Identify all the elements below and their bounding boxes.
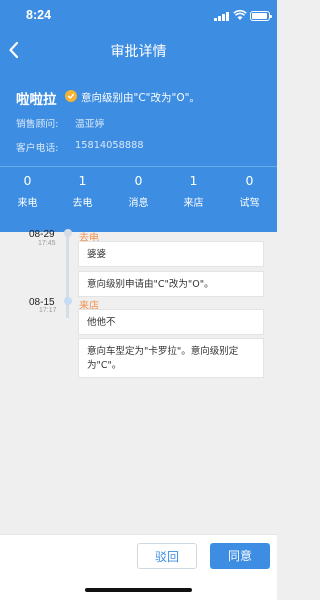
stat-value: 1 (78, 173, 87, 188)
stat-label: 去电 (72, 198, 93, 209)
divider (0, 166, 277, 167)
battery-icon (250, 11, 272, 21)
stat-visits[interactable]: 1 来店 (166, 173, 221, 209)
stat-value: 0 (134, 173, 143, 188)
timeline-dot (63, 297, 72, 305)
stat-label: 消息 (128, 198, 149, 209)
agree-button[interactable]: 同意 (210, 543, 270, 569)
stat-value: 1 (189, 173, 198, 188)
stat-value: 0 (245, 173, 254, 188)
page-title: 审批详情 (110, 44, 167, 60)
timeline-note: 他他不 (78, 309, 264, 335)
stat-label: 来店 (183, 198, 204, 209)
signal-icon (214, 11, 230, 21)
reject-button[interactable]: 驳回 (137, 543, 197, 569)
stat-label: 试驾 (239, 198, 260, 209)
sales-value: 温亚婷 (75, 119, 105, 130)
sales-label: 销售顾问: (16, 119, 59, 130)
timeline-time: 17:45 (38, 240, 56, 247)
customer-name: 啦啦拉 (16, 92, 57, 108)
wifi-icon (233, 9, 247, 20)
nav-bar: 审批详情 (0, 30, 277, 70)
status-time: 8:24 (26, 8, 52, 22)
stat-calls-out[interactable]: 1 去电 (55, 173, 110, 209)
timeline-date: 08-29 (29, 229, 55, 240)
check-badge-icon (65, 90, 77, 102)
stat-messages[interactable]: 0 消息 (111, 173, 166, 209)
stat-value: 0 (23, 173, 32, 188)
stat-calls-in[interactable]: 0 来电 (0, 173, 55, 209)
phone-value[interactable]: 15814058888 (75, 140, 144, 151)
timeline-note: 意向级别申请由"C"改为"O"。 (78, 271, 264, 297)
timeline-dot (63, 229, 72, 237)
stat-label: 来电 (17, 198, 38, 209)
timeline-note: 婆婆 (78, 241, 264, 267)
level-change-text: 意向级别由"C"改为"O"。 (81, 92, 200, 104)
phone-label: 客户电话: (16, 143, 59, 154)
home-indicator (85, 588, 192, 592)
timeline-time: 17:17 (39, 307, 57, 314)
timeline-note: 意向车型定为"卡罗拉"。意向级别定为"C"。 (78, 338, 264, 378)
header-panel: 8:24 审批详情 啦啦拉 意向级别由"C"改为"O"。 销售顾问: 温亚婷 客… (0, 0, 277, 232)
stat-test-drives[interactable]: 0 试驾 (222, 173, 277, 209)
timeline-line (66, 232, 69, 318)
status-bar: 8:24 (0, 0, 277, 30)
